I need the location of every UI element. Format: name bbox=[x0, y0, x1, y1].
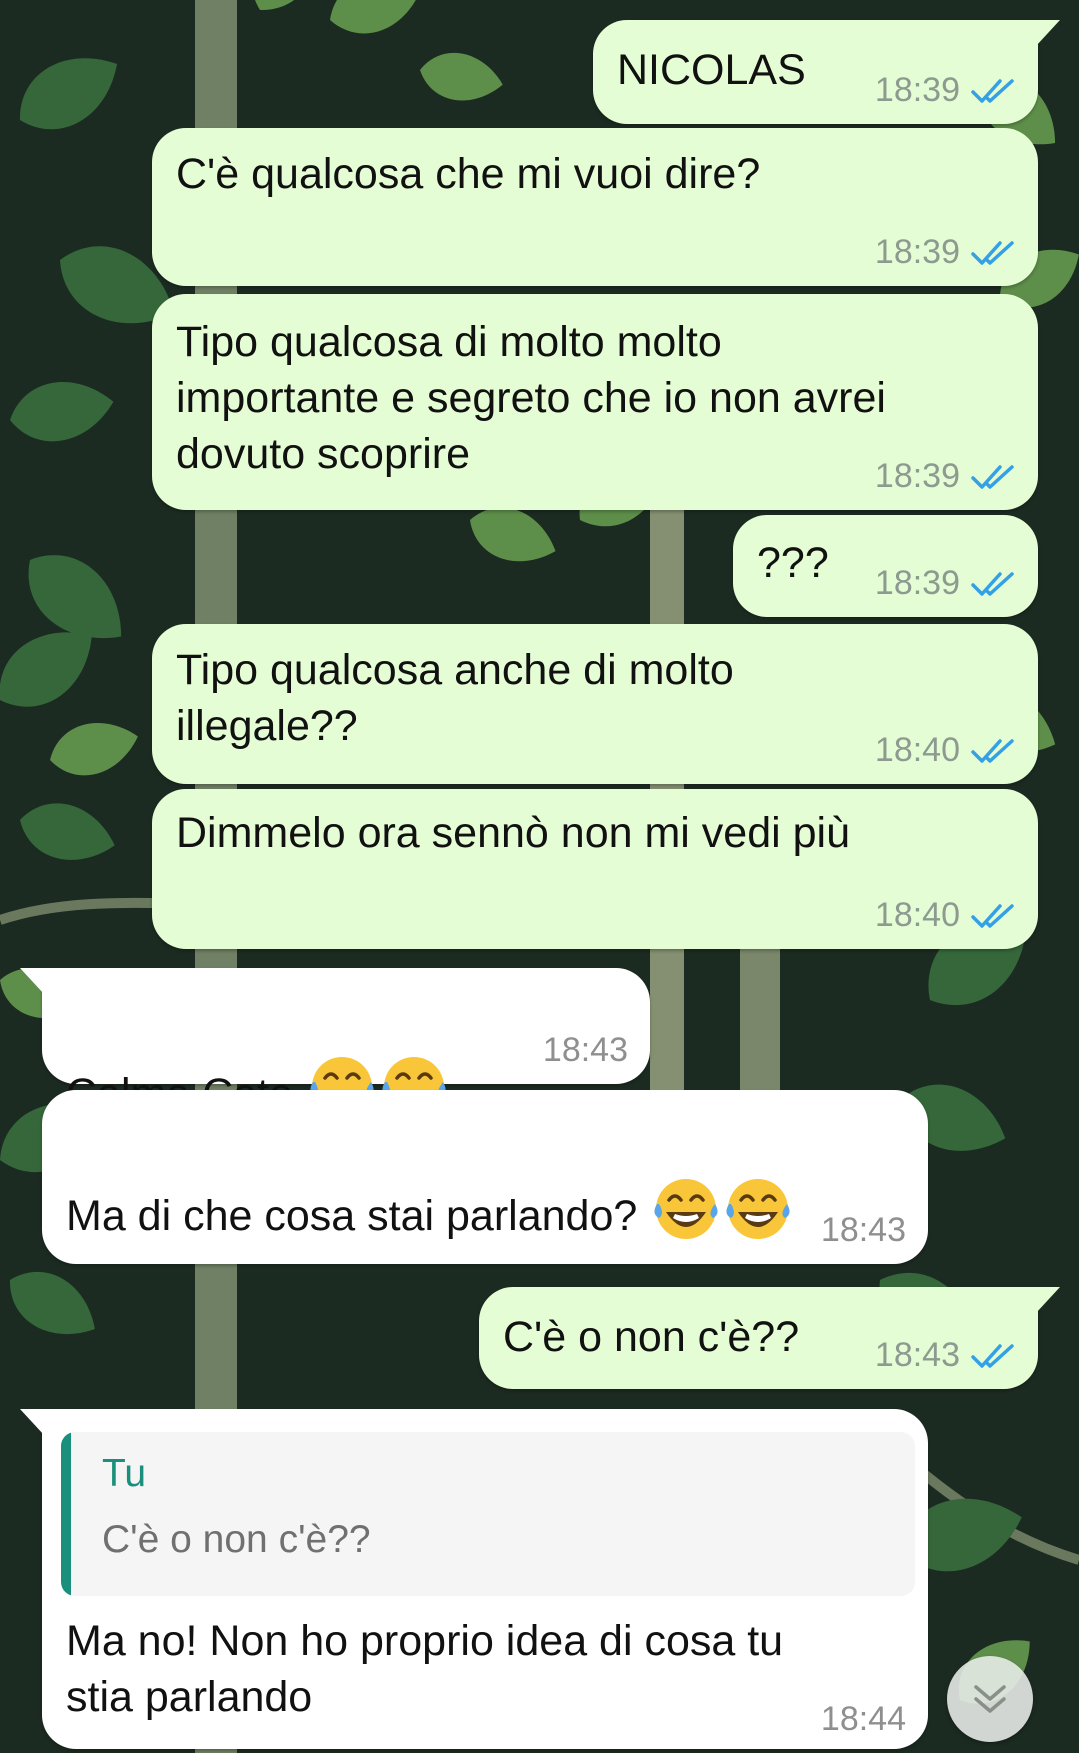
message-text: C'è o non c'è?? bbox=[503, 1313, 800, 1361]
message-bubble-outgoing[interactable]: C'è o non c'è?? 18:43 bbox=[479, 1287, 1060, 1389]
message-meta: 18:39 bbox=[875, 71, 1016, 110]
message-meta: 18:43 bbox=[543, 1031, 628, 1070]
message-meta: 18:40 bbox=[875, 896, 1016, 935]
quoted-message[interactable]: Tu C'è o non c'è?? bbox=[61, 1432, 915, 1596]
message-bubble-incoming[interactable]: Tu C'è o non c'è?? Ma no! Non ho proprio… bbox=[20, 1409, 928, 1749]
message-bubble-outgoing[interactable]: Dimmelo ora sennò non mi vedi più 18:40 bbox=[152, 789, 1038, 949]
message-meta: 18:39 bbox=[875, 457, 1016, 496]
quote-author: Tu bbox=[102, 1452, 147, 1495]
message-meta: 18:40 bbox=[875, 731, 1016, 770]
quote-accent-bar bbox=[61, 1432, 71, 1596]
scroll-to-bottom-button[interactable] bbox=[947, 1656, 1033, 1742]
message-text: ??? bbox=[757, 539, 829, 587]
message-text: Ma di che cosa stai parlando? bbox=[66, 1118, 793, 1244]
message-time: 18:40 bbox=[874, 731, 960, 769]
message-bubble-incoming[interactable]: Ma di che cosa stai parlando? 18:43 bbox=[42, 1090, 928, 1264]
read-double-check-icon bbox=[971, 240, 1014, 265]
message-time: 18:43 bbox=[820, 1211, 906, 1249]
read-double-check-icon bbox=[971, 1343, 1014, 1368]
message-text: C'è qualcosa che mi vuoi dire? bbox=[176, 150, 761, 198]
message-time: 18:43 bbox=[542, 1031, 628, 1069]
message-text: Tipo qualcosa di molto molto importante … bbox=[176, 318, 886, 478]
message-time: 18:39 bbox=[874, 457, 960, 495]
message-text: NICOLAS bbox=[617, 46, 806, 94]
read-double-check-icon bbox=[971, 571, 1014, 596]
read-double-check-icon bbox=[971, 464, 1014, 489]
laughing-tears-emoji bbox=[654, 1179, 718, 1239]
read-double-check-icon bbox=[971, 738, 1014, 763]
message-bubble-outgoing[interactable]: Tipo qualcosa di molto molto importante … bbox=[152, 294, 1038, 510]
read-double-check-icon bbox=[971, 903, 1014, 928]
message-time: 18:39 bbox=[874, 564, 960, 602]
message-time: 18:43 bbox=[874, 1336, 960, 1374]
double-chevron-down-icon bbox=[974, 1685, 1006, 1713]
message-meta: 18:39 bbox=[875, 564, 1016, 603]
message-bubble-outgoing[interactable]: NICOLAS 18:39 bbox=[593, 20, 1060, 124]
message-meta: 18:39 bbox=[875, 233, 1016, 272]
message-text: Dimmelo ora sennò non mi vedi più bbox=[176, 809, 850, 857]
laughing-tears-emoji bbox=[726, 1179, 790, 1239]
quote-text: C'è o non c'è?? bbox=[102, 1518, 371, 1561]
message-time: 18:39 bbox=[874, 233, 960, 271]
message-text: Tipo qualcosa anche di molto illegale?? bbox=[176, 646, 734, 750]
message-time: 18:44 bbox=[820, 1700, 906, 1738]
message-bubble-outgoing[interactable]: Tipo qualcosa anche di molto illegale?? … bbox=[152, 624, 1038, 784]
message-text-content: Ma di che cosa stai parlando? bbox=[66, 1192, 650, 1240]
message-bubble-outgoing[interactable]: ??? 18:39 bbox=[733, 515, 1038, 617]
read-double-check-icon bbox=[971, 78, 1014, 103]
message-meta: 18:43 bbox=[875, 1336, 1016, 1375]
message-text: Ma no! Non ho proprio idea di cosa tu st… bbox=[66, 1617, 784, 1721]
message-time: 18:40 bbox=[874, 896, 960, 934]
message-bubble-outgoing[interactable]: C'è qualcosa che mi vuoi dire? 18:39 bbox=[152, 128, 1038, 286]
message-meta: 18:44 bbox=[821, 1700, 906, 1739]
message-time: 18:39 bbox=[874, 71, 960, 109]
message-meta: 18:43 bbox=[821, 1211, 906, 1250]
message-bubble-incoming[interactable]: Calma Cate 18:43 bbox=[20, 968, 650, 1118]
